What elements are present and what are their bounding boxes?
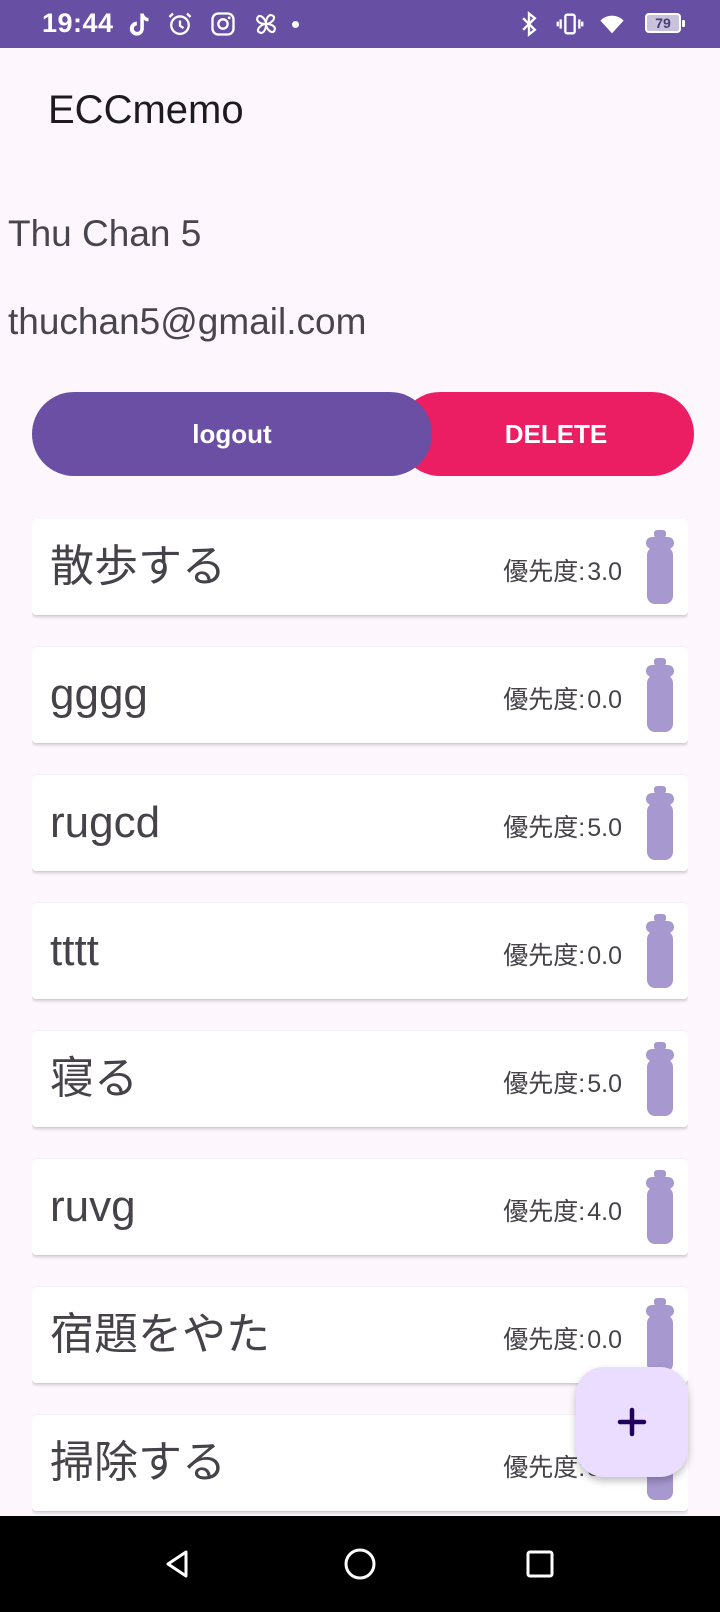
delete-memo-icon[interactable]	[644, 530, 676, 606]
delete-memo-icon[interactable]	[644, 658, 676, 734]
priority-label: 優先度:	[503, 1326, 586, 1354]
delete-memo-icon[interactable]	[644, 1298, 676, 1374]
alarm-icon	[166, 10, 194, 38]
memo-priority: 優先度:4.0	[503, 1192, 622, 1228]
pinwheel-icon	[252, 10, 280, 38]
wifi-icon	[598, 10, 626, 38]
priority-label: 優先度:	[503, 1198, 586, 1226]
memo-card[interactable]: gggg 優先度:0.0	[32, 647, 688, 743]
delete-memo-icon[interactable]	[644, 1170, 676, 1246]
app-title: ECCmemo	[48, 88, 244, 132]
memo-card[interactable]: ruvg 優先度:4.0	[32, 1159, 688, 1255]
memo-card[interactable]: 散歩する 優先度:3.0	[32, 519, 688, 615]
memo-title: 掃除する	[50, 1438, 226, 1487]
user-email: thuchan5@gmail.com	[8, 301, 367, 342]
priority-value: 0.0	[587, 1326, 622, 1354]
memo-list[interactable]: 散歩する 優先度:3.0 gggg 優先度:0.0 rugcd 優先度:5.0 …	[32, 519, 688, 1515]
memo-priority: 優先度:5.0	[503, 808, 622, 844]
more-notifications-dot	[292, 21, 299, 28]
delete-button[interactable]: DELETE	[398, 392, 694, 476]
add-memo-button[interactable]	[576, 1367, 688, 1477]
delete-memo-icon[interactable]	[644, 1042, 676, 1118]
memo-title: gggg	[50, 670, 148, 719]
priority-label: 優先度:	[503, 942, 586, 970]
vibrate-icon	[556, 10, 584, 38]
memo-priority: 優先度:3.0	[503, 552, 622, 588]
priority-value: 0.0	[587, 942, 622, 970]
status-bar: 19:44 79	[0, 0, 720, 48]
priority-value: 3.0	[587, 558, 622, 586]
memo-title: 散歩する	[50, 542, 226, 591]
priority-value: 0.0	[587, 686, 622, 714]
priority-label: 優先度:	[503, 814, 586, 842]
priority-label: 優先度:	[503, 558, 586, 586]
memo-title: 寝る	[50, 1054, 138, 1103]
priority-value: 5.0	[587, 814, 622, 842]
delete-memo-icon[interactable]	[644, 786, 676, 862]
home-icon[interactable]	[340, 1544, 380, 1584]
memo-title: tttt	[50, 926, 99, 975]
memo-card[interactable]: 寝る 優先度:5.0	[32, 1031, 688, 1127]
plus-icon	[617, 1407, 647, 1437]
memo-priority: 優先度:5.0	[503, 1064, 622, 1100]
priority-label: 優先度:	[503, 1070, 586, 1098]
memo-card[interactable]: tttt 優先度:0.0	[32, 903, 688, 999]
memo-title: rugcd	[50, 798, 161, 847]
instagram-icon	[209, 10, 237, 38]
navigation-bar	[0, 1516, 720, 1612]
battery-icon: 79	[645, 13, 685, 33]
memo-priority: 優先度:0.0	[503, 936, 622, 972]
logout-button[interactable]: logout	[32, 392, 432, 476]
memo-priority: 優先度:0.0	[503, 680, 622, 716]
priority-value: 4.0	[587, 1198, 622, 1226]
delete-memo-icon[interactable]	[644, 914, 676, 990]
screen: 19:44 79 ECCmemo Thu Chan 5 thuchan5@gma…	[0, 0, 720, 1612]
back-icon[interactable]	[158, 1544, 198, 1584]
status-time: 19:44	[42, 8, 114, 38]
priority-value: 5.0	[587, 1070, 622, 1098]
memo-title: ruvg	[50, 1182, 136, 1231]
recents-icon[interactable]	[520, 1544, 560, 1584]
user-name: Thu Chan 5	[8, 213, 202, 254]
memo-priority: 優先度:0.0	[503, 1320, 622, 1356]
priority-label: 優先度:	[503, 686, 586, 714]
bluetooth-icon	[515, 10, 543, 38]
tiktok-icon	[124, 10, 152, 38]
memo-card[interactable]: 宿題をやた 優先度:0.0	[32, 1287, 688, 1383]
memo-title: 宿題をやた	[50, 1310, 270, 1359]
memo-card[interactable]: rugcd 優先度:5.0	[32, 775, 688, 871]
priority-label: 優先度:	[503, 1454, 586, 1482]
